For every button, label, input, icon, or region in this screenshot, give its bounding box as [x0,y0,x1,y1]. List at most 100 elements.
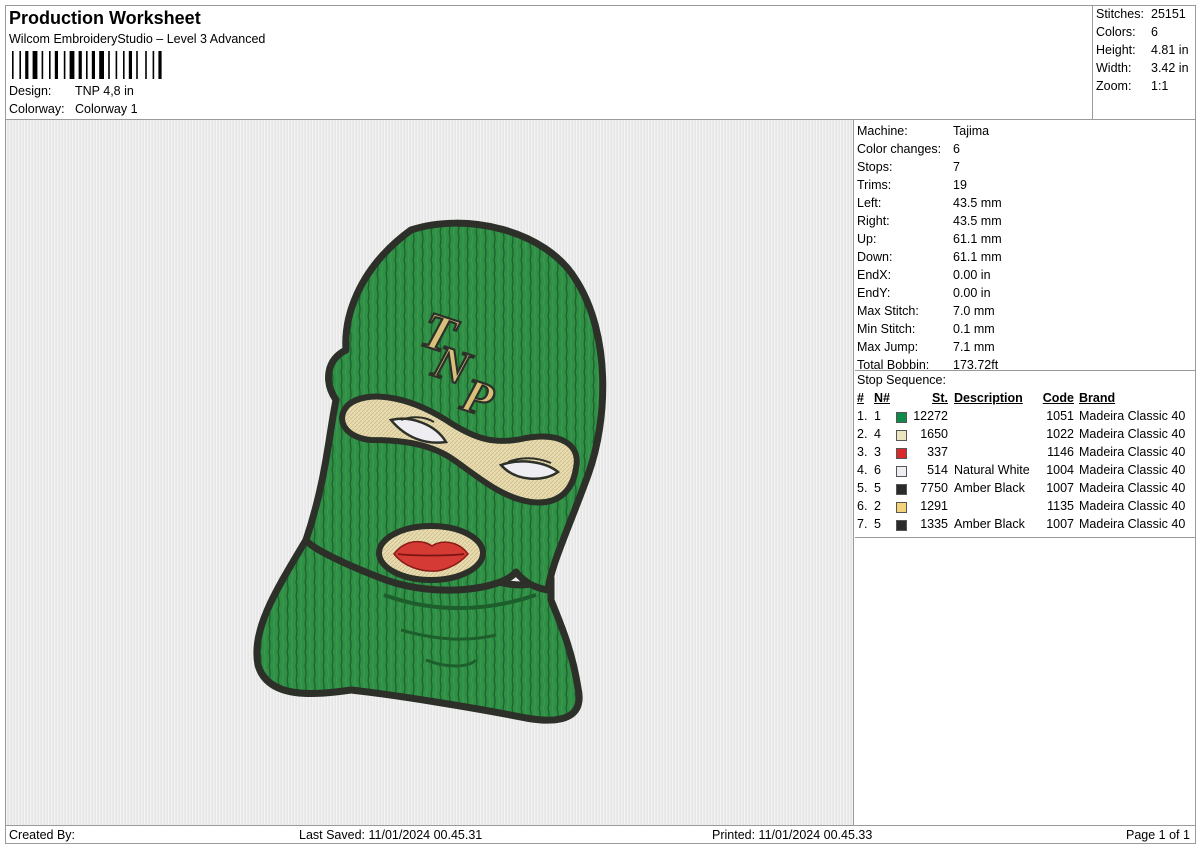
needle-number: 2 [874,499,881,513]
worksheet-footer: Created By: Last Saved: 11/01/2024 00.45… [6,825,1195,844]
needle-number: 5 [874,481,881,495]
barcode-bar [145,51,147,79]
property-label: Up: [857,232,877,246]
barcode-bar [99,51,104,79]
stitch-count: 12272 [913,409,948,423]
thread-code: 1146 [1047,445,1074,459]
property-row: Right: 43.5 mm [857,214,1002,232]
property-label: Stops: [857,160,893,174]
table-row: 6. 2 1291 1135 Madeira Classic 40 [855,499,1195,517]
property-value: 7 [953,160,960,174]
needle-number: 4 [874,427,881,441]
col-header-stitches: St. [932,391,948,405]
needle-number: 5 [874,517,881,531]
barcode-bar [91,51,95,79]
property-row: Max Jump: 7.1 mm [857,340,995,358]
property-row: Color changes: 6 [857,142,960,160]
table-row: 7. 5 1335 Amber Black 1007 Madeira Classic 40 [855,517,1195,535]
property-value: 7.0 mm [953,304,995,318]
barcode-bar [115,51,118,79]
property-row: Down: 61.1 mm [857,250,1002,268]
height-row: Height: 4.81 in [1096,43,1189,57]
property-row: Trims: 19 [857,178,967,196]
barcode-bar [136,51,138,79]
property-row: Left: 43.5 mm [857,196,1002,214]
design-row: Design: TNP 4,8 in [9,84,134,98]
col-header-brand: Brand [1079,391,1116,405]
thread-code: 1004 [1046,463,1074,477]
thread-brand: Madeira Classic 40 [1079,427,1186,441]
stop-sequence-header: # N# St. Description Code Brand [855,391,1195,409]
property-label: Machine: [857,124,908,138]
color-swatch [896,412,907,423]
thread-brand: Madeira Classic 40 [1079,499,1186,513]
property-value: 0.00 in [953,286,991,300]
stitch-count: 1335 [920,517,948,531]
property-row: Min Stitch: 0.1 mm [857,322,995,340]
property-value: 7.1 mm [953,340,995,354]
barcode [12,51,162,79]
thread-brand: Madeira Classic 40 [1079,445,1186,459]
stitch-count: 337 [927,445,948,459]
last-saved: Last Saved: 11/01/2024 00.45.31 [299,828,483,842]
software-name: Wilcom EmbroideryStudio – Level 3 Advanc… [9,32,266,46]
colorway-row: Colorway: Colorway 1 [9,102,138,116]
property-row: Machine: Tajima [857,124,989,142]
property-label: EndX: [857,268,892,282]
property-label: Max Jump: [857,340,919,354]
thread-code: 1135 [1047,499,1074,513]
colors-row: Colors: 6 [1096,25,1158,39]
stitches-value: 25151 [1151,7,1186,21]
row-index: 4. [857,463,868,477]
color-swatch [896,448,907,459]
colorway-label: Colorway: [9,102,65,116]
property-value: 43.5 mm [953,214,1002,228]
col-header-needle: N# [874,391,890,405]
row-index: 2. [857,427,868,441]
table-row: 1. 1 12272 1051 Madeira Classic 40 [855,409,1195,427]
thread-code: 1022 [1046,427,1074,441]
property-label: Left: [857,196,882,210]
row-index: 1. [857,409,868,423]
barcode-bar [12,51,14,79]
thread-brand: Madeira Classic 40 [1079,463,1186,477]
barcode-bar [158,51,162,79]
property-value: 19 [953,178,967,192]
property-value: 0.1 mm [953,322,995,336]
stitches-row: Stitches: 25151 [1096,7,1186,21]
worksheet-frame: Production Worksheet Wilcom EmbroiderySt… [5,5,1196,844]
balaclava-embroidery-image: T N P [253,219,607,724]
stitch-count: 7750 [920,481,948,495]
design-preview: T N P [6,120,854,825]
barcode-bar [128,51,132,79]
property-row: Up: 61.1 mm [857,232,1002,250]
color-swatch [896,520,907,531]
barcode-bar [69,51,75,79]
row-index: 5. [857,481,868,495]
property-label: Min Stitch: [857,322,916,336]
needle-number: 6 [874,463,881,477]
thread-code: 1007 [1046,517,1074,531]
col-header-code: Code [1042,391,1074,405]
zoom-label: Zoom: [1096,79,1132,93]
col-header-description: Description [954,391,1023,405]
property-value: 61.1 mm [953,250,1002,264]
table-row: 5. 5 7750 Amber Black 1007 Madeira Classic 40 [855,481,1195,499]
barcode-bar [63,51,66,79]
needle-number: 3 [874,445,881,459]
thread-description: Natural White [954,463,1030,477]
barcode-bar [19,51,21,79]
height-label: Height: [1096,43,1136,57]
printed-date: Printed: 11/01/2024 00.45.33 [712,828,873,842]
property-value: 0.00 in [953,268,991,282]
created-by: Created By: [9,828,76,842]
barcode-bar [25,51,29,79]
stitches-label: Stitches: [1096,7,1144,21]
thread-description: Amber Black [954,481,1025,495]
colors-label: Colors: [1096,25,1136,39]
property-label: Down: [857,250,893,264]
color-swatch [896,430,907,441]
row-index: 6. [857,499,868,513]
barcode-bar [32,51,38,79]
col-header-index: # [857,391,864,405]
